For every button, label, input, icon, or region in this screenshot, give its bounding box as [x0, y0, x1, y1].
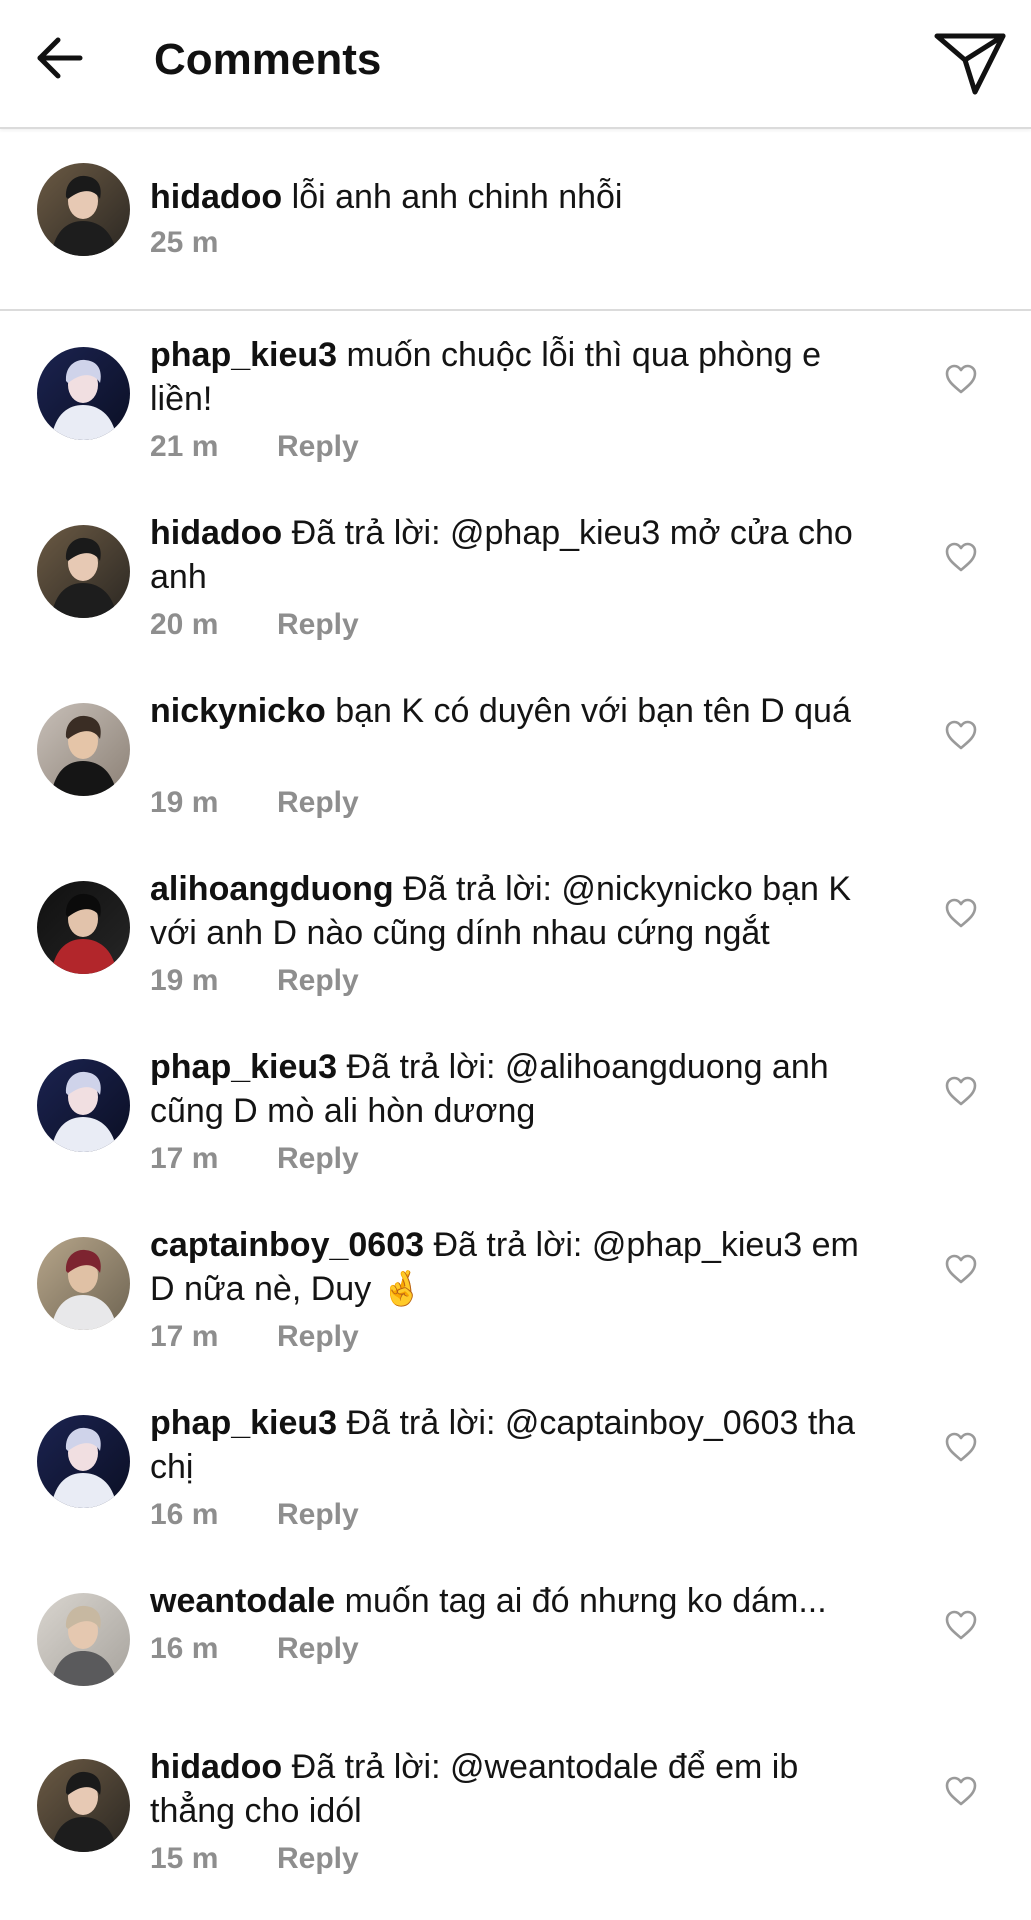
comment-row: captainboy_0603 Đã trả lời: @phap_kieu3 …: [0, 1223, 1031, 1393]
avatar[interactable]: [37, 163, 130, 256]
caption-section: hidadoo lỗi anh anh chinh nhỗi 25 m: [0, 129, 1031, 311]
comment-meta: 16 m Reply: [150, 1497, 359, 1533]
caption-timestamp: 25 m: [150, 226, 219, 259]
avatar[interactable]: [37, 703, 130, 796]
comment-timestamp: 17 m: [150, 1320, 219, 1353]
heart-icon: [945, 542, 977, 572]
avatar[interactable]: [37, 525, 130, 618]
comment-timestamp: 16 m: [150, 1632, 219, 1665]
avatar[interactable]: [37, 1415, 130, 1508]
page-title: Comments: [154, 35, 382, 84]
like-button[interactable]: [944, 1253, 978, 1285]
comment-username[interactable]: hidadoo: [150, 514, 282, 552]
comment-body: muốn tag ai đó nhưng ko dám...: [344, 1582, 827, 1620]
comment-row: hidadoo Đã trả lời: @weantodale để em ib…: [0, 1745, 1031, 1915]
reply-button[interactable]: Reply: [277, 608, 359, 641]
avatar[interactable]: [37, 881, 130, 974]
heart-icon: [945, 1776, 977, 1806]
reply-button[interactable]: Reply: [277, 1320, 359, 1353]
comment-meta: 19 m Reply: [150, 785, 359, 821]
comment-text: hidadoo Đã trả lời: @phap_kieu3 mở cửa c…: [150, 511, 890, 599]
avatar[interactable]: [37, 1059, 130, 1152]
avatar[interactable]: [37, 1759, 130, 1852]
comment-row: phap_kieu3 Đã trả lời: @captainboy_0603 …: [0, 1401, 1031, 1571]
like-button[interactable]: [944, 1075, 978, 1107]
comment-meta: 19 m Reply: [150, 963, 359, 999]
header-bar: Comments: [0, 0, 1031, 129]
heart-icon: [945, 1254, 977, 1284]
back-button[interactable]: [22, 18, 98, 98]
reply-button[interactable]: Reply: [277, 1142, 359, 1175]
heart-icon: [945, 1432, 977, 1462]
comment-text: phap_kieu3 Đã trả lời: @captainboy_0603 …: [150, 1401, 890, 1489]
comment-meta: 16 m Reply: [150, 1631, 359, 1667]
comment-row: hidadoo Đã trả lời: @phap_kieu3 mở cửa c…: [0, 511, 1031, 681]
like-button[interactable]: [944, 897, 978, 929]
like-button[interactable]: [944, 1431, 978, 1463]
comment-meta: 17 m Reply: [150, 1141, 359, 1177]
heart-icon: [945, 1610, 977, 1640]
caption-text: hidadoo lỗi anh anh chinh nhỗi: [150, 175, 890, 219]
comment-meta: 15 m Reply: [150, 1841, 359, 1877]
share-button[interactable]: [925, 18, 1015, 108]
reply-button[interactable]: Reply: [277, 1842, 359, 1875]
heart-icon: [945, 898, 977, 928]
caption-meta: 25 m: [150, 225, 277, 261]
comment-row: alihoangduong Đã trả lời: @nickynicko bạ…: [0, 867, 1031, 1037]
comment-meta: 21 m Reply: [150, 429, 359, 465]
comment-timestamp: 19 m: [150, 786, 219, 819]
comment-row: nickynicko bạn K có duyên với bạn tên D …: [0, 689, 1031, 859]
comment-text: weantodale muốn tag ai đó nhưng ko dám..…: [150, 1579, 890, 1623]
comment-username[interactable]: alihoangduong: [150, 870, 394, 908]
comment-meta: 17 m Reply: [150, 1319, 359, 1355]
comment-timestamp: 17 m: [150, 1142, 219, 1175]
comment-timestamp: 15 m: [150, 1842, 219, 1875]
like-button[interactable]: [944, 541, 978, 573]
comment-timestamp: 16 m: [150, 1498, 219, 1531]
reply-button[interactable]: Reply: [277, 1498, 359, 1531]
comment-row: weantodale muốn tag ai đó nhưng ko dám..…: [0, 1579, 1031, 1749]
comment-timestamp: 20 m: [150, 608, 219, 641]
heart-icon: [945, 1076, 977, 1106]
reply-button[interactable]: Reply: [277, 430, 359, 463]
arrow-left-icon: [37, 37, 83, 79]
avatar[interactable]: [37, 1237, 130, 1330]
comment-text: phap_kieu3 muốn chuộc lỗi thì qua phòng …: [150, 333, 890, 421]
comment-body: bạn K có duyên với bạn tên D quá: [335, 692, 851, 730]
like-button[interactable]: [944, 719, 978, 751]
comment-text: nickynicko bạn K có duyên với bạn tên D …: [150, 689, 890, 733]
comment-text: captainboy_0603 Đã trả lời: @phap_kieu3 …: [150, 1223, 890, 1311]
comment-text: alihoangduong Đã trả lời: @nickynicko bạ…: [150, 867, 890, 955]
comment-username[interactable]: captainboy_0603: [150, 1226, 424, 1264]
like-button[interactable]: [944, 1609, 978, 1641]
comment-username[interactable]: phap_kieu3: [150, 1404, 337, 1442]
comment-username[interactable]: phap_kieu3: [150, 1048, 337, 1086]
like-button[interactable]: [944, 1775, 978, 1807]
comment-row: phap_kieu3 muốn chuộc lỗi thì qua phòng …: [0, 333, 1031, 503]
comment-username[interactable]: hidadoo: [150, 1748, 282, 1786]
comment-row: phap_kieu3 Đã trả lời: @alihoangduong an…: [0, 1045, 1031, 1215]
reply-button[interactable]: Reply: [277, 964, 359, 997]
comment-meta: 20 m Reply: [150, 607, 359, 643]
caption-username[interactable]: hidadoo: [150, 178, 282, 216]
comment-timestamp: 21 m: [150, 430, 219, 463]
comment-username[interactable]: weantodale: [150, 1582, 335, 1620]
comment-username[interactable]: phap_kieu3: [150, 336, 337, 374]
comment-timestamp: 19 m: [150, 964, 219, 997]
comment-text: hidadoo Đã trả lời: @weantodale để em ib…: [150, 1745, 890, 1833]
avatar[interactable]: [37, 347, 130, 440]
heart-icon: [945, 364, 977, 394]
comment-text: phap_kieu3 Đã trả lời: @alihoangduong an…: [150, 1045, 890, 1133]
reply-button[interactable]: Reply: [277, 1632, 359, 1665]
like-button[interactable]: [944, 363, 978, 395]
caption-body: lỗi anh anh chinh nhỗi: [291, 178, 623, 216]
comment-username[interactable]: nickynicko: [150, 692, 326, 730]
paper-plane-icon: [934, 33, 1006, 95]
reply-button[interactable]: Reply: [277, 786, 359, 819]
avatar[interactable]: [37, 1593, 130, 1686]
heart-icon: [945, 720, 977, 750]
